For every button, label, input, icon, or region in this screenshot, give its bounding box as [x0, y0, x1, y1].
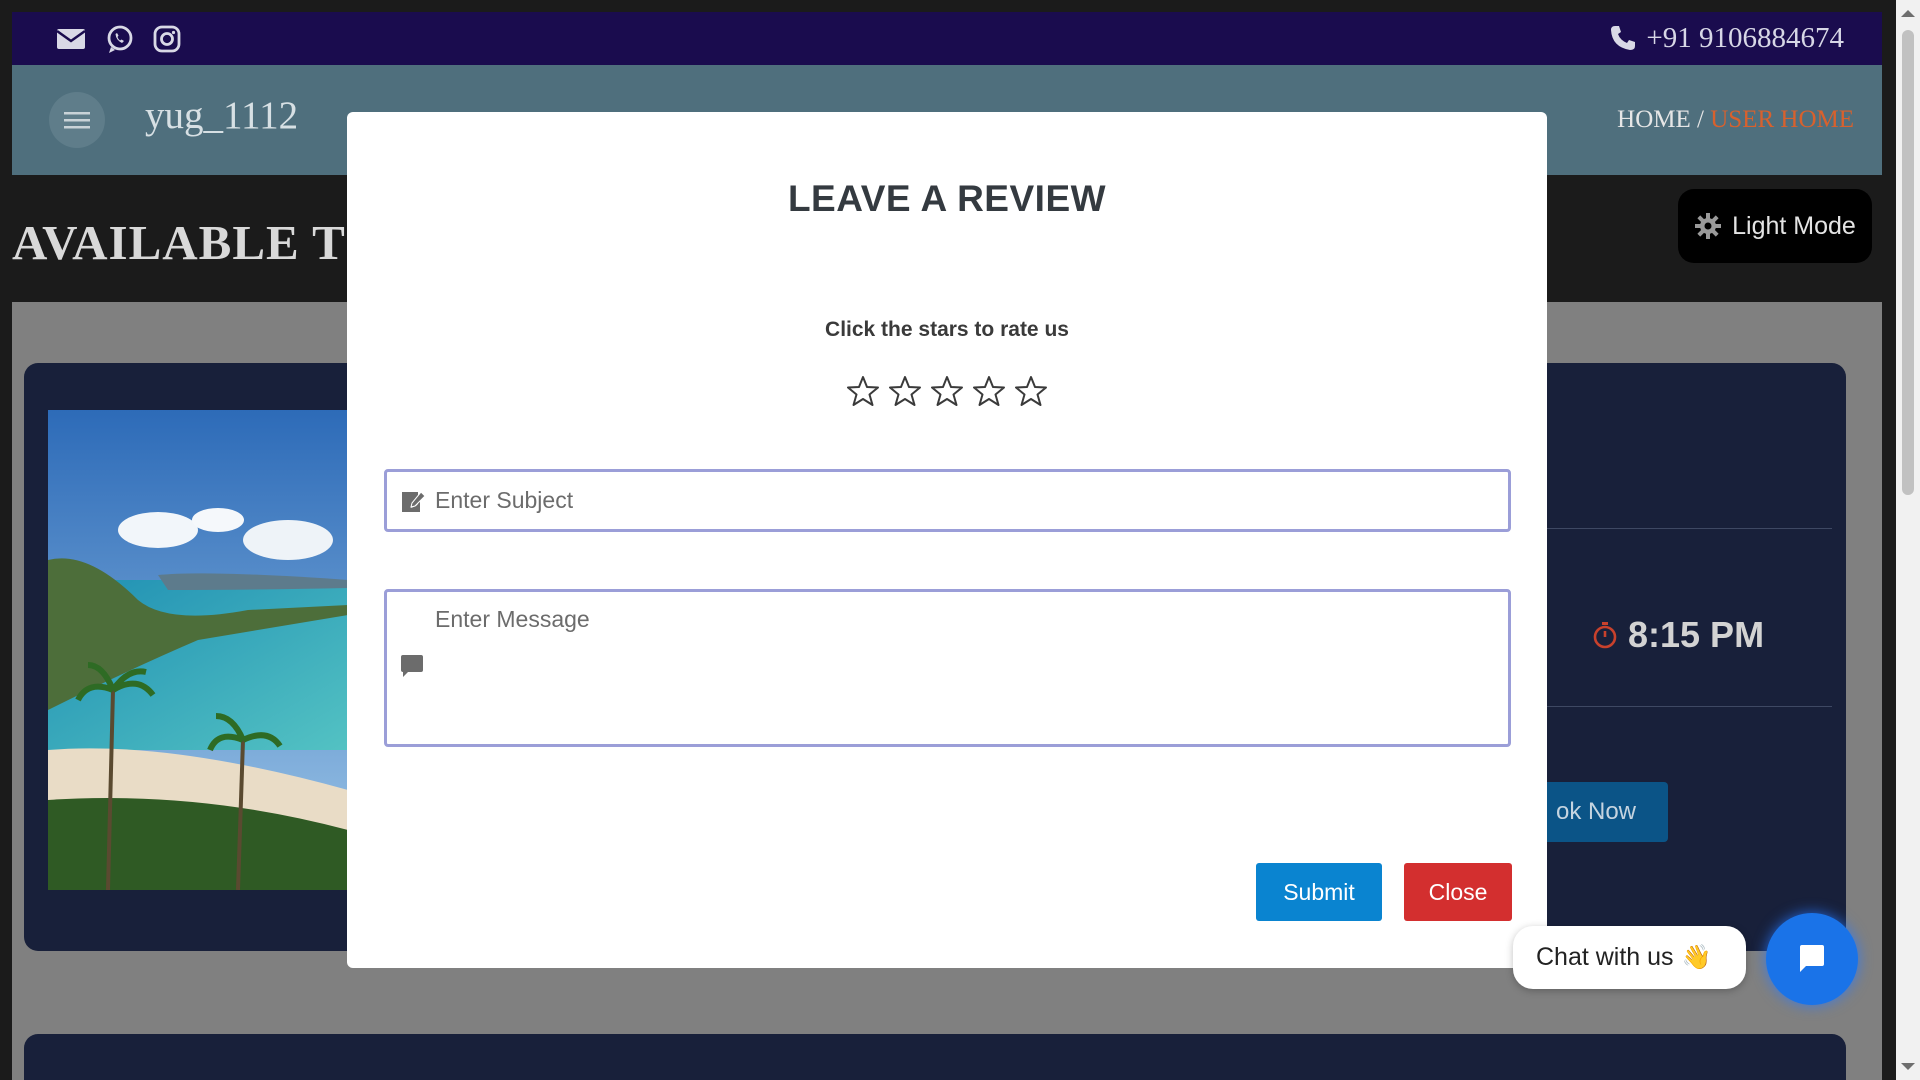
- tour-image: [48, 410, 348, 890]
- modal-title: LEAVE A REVIEW: [787, 178, 1107, 219]
- subject-input[interactable]: [435, 472, 1495, 529]
- scroll-down-icon[interactable]: [1901, 1063, 1915, 1070]
- contact-bar: +91 9106884674: [12, 12, 1882, 65]
- breadcrumb-current: USER HOME: [1710, 106, 1854, 133]
- message-input[interactable]: [435, 606, 1495, 730]
- breadcrumb: HOME / USER HOME: [1617, 106, 1854, 134]
- page-heading: AVAILABLE TO: [12, 215, 384, 270]
- whatsapp-icon[interactable]: [103, 22, 137, 56]
- time-value: 8:15 PM: [1628, 614, 1765, 655]
- light-mode-label: Light Mode: [1732, 211, 1856, 240]
- review-modal: LEAVE A REVIEW Click the stars to rate u…: [347, 112, 1547, 968]
- star-1-icon[interactable]: [846, 374, 880, 408]
- comment-icon: [401, 655, 423, 677]
- breadcrumb-home[interactable]: HOME: [1617, 106, 1691, 133]
- stopwatch-icon: [1593, 622, 1617, 649]
- phone-number: +91 9106884674: [1646, 21, 1844, 54]
- tour-time: 8:15 PM: [1592, 614, 1764, 656]
- chat-prompt[interactable]: Chat with us 👋: [1513, 926, 1746, 989]
- card-divider-bottom: [1540, 706, 1832, 707]
- rate-hint: Click the stars to rate us: [825, 318, 1069, 341]
- edit-document-icon: [402, 491, 426, 512]
- chat-icon: [1800, 945, 1824, 972]
- hamburger-icon: [64, 112, 90, 129]
- waving-hand-icon: 👋: [1681, 944, 1712, 971]
- star-2-icon[interactable]: [888, 374, 922, 408]
- star-3-icon[interactable]: [930, 374, 964, 408]
- close-button[interactable]: Close: [1404, 863, 1512, 921]
- brand-username: yug_1112: [145, 94, 299, 137]
- phone-contact[interactable]: +91 9106884674: [1608, 18, 1844, 58]
- chat-launcher-button[interactable]: [1766, 913, 1858, 1005]
- scroll-up-icon[interactable]: [1901, 10, 1915, 17]
- star-5-icon[interactable]: [1014, 374, 1048, 408]
- scroll-thumb[interactable]: [1902, 30, 1914, 495]
- card-divider-top: [1540, 528, 1832, 529]
- star-rating: [347, 374, 1547, 408]
- subject-field: [384, 469, 1511, 532]
- star-4-icon[interactable]: [972, 374, 1006, 408]
- instagram-icon[interactable]: [150, 22, 184, 56]
- chat-label: Chat with us: [1536, 943, 1674, 971]
- message-field: [384, 589, 1511, 747]
- page-scrollbar[interactable]: [1896, 0, 1920, 1080]
- menu-toggle-button[interactable]: [49, 92, 105, 148]
- breadcrumb-separator: /: [1690, 106, 1711, 133]
- mail-icon[interactable]: [54, 22, 88, 56]
- light-mode-toggle[interactable]: Light Mode: [1678, 189, 1872, 263]
- gear-icon: [1695, 213, 1722, 239]
- tour-card-next: [24, 1034, 1846, 1080]
- submit-button[interactable]: Submit: [1256, 863, 1382, 921]
- phone-icon: [1611, 26, 1636, 50]
